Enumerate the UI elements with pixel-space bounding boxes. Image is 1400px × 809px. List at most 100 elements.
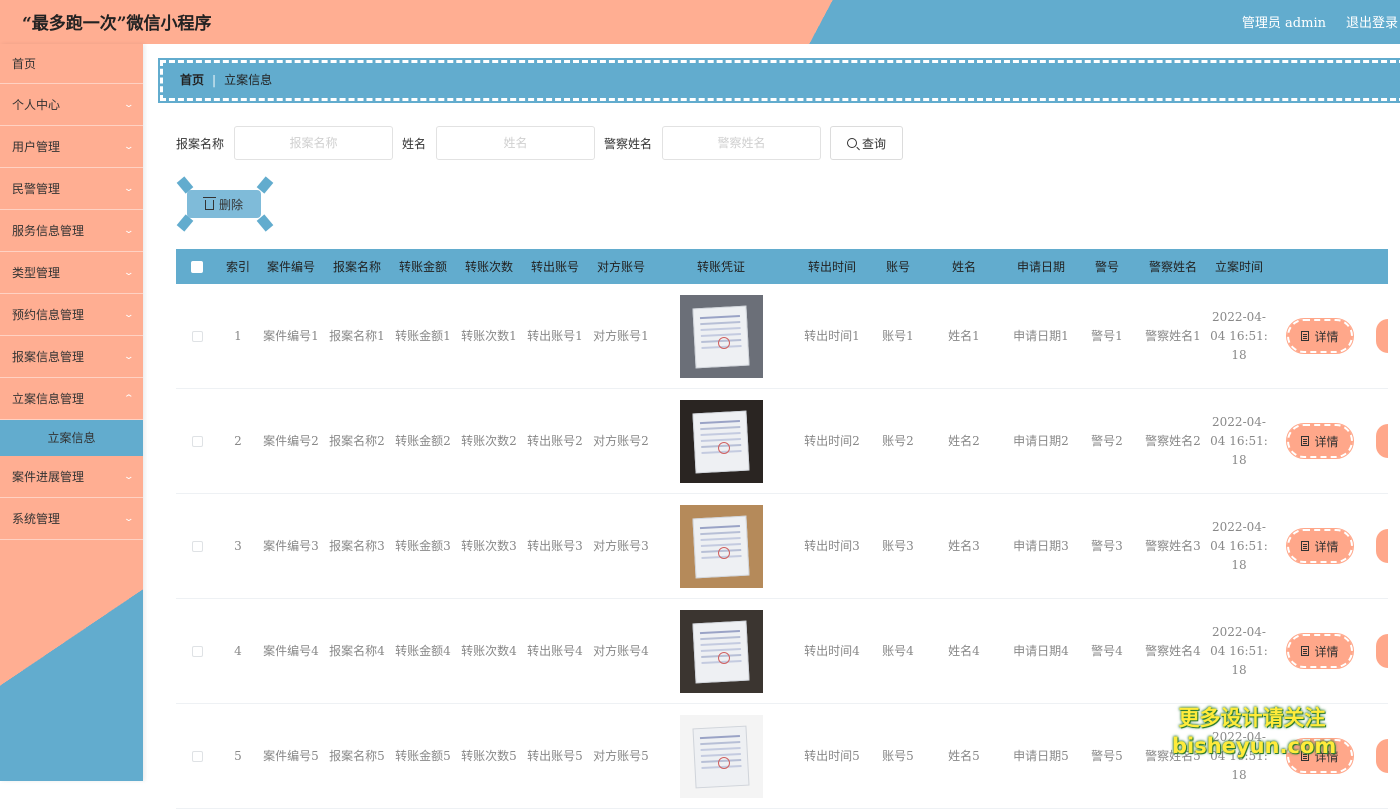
voucher-paper: [691, 515, 750, 578]
submenu-item-filing-info[interactable]: 立案信息: [0, 420, 143, 456]
sidebar-item-label: 预约信息管理: [12, 308, 85, 322]
cell-apply-date: 申请日期2: [1013, 433, 1069, 448]
cell-amount: 转账金额1: [395, 328, 451, 343]
sidebar-item-case-progress[interactable]: 案件进展管理 ⌄: [0, 456, 143, 498]
sidebar-item-service-info[interactable]: 服务信息管理 ⌄: [0, 210, 143, 252]
row-checkbox[interactable]: [191, 435, 203, 447]
row-checkbox[interactable]: [191, 750, 203, 762]
cell-out-time: 转出时间2: [804, 433, 860, 448]
voucher-image[interactable]: [679, 714, 763, 798]
cell-peer-account: 对方账号3: [593, 538, 649, 553]
cell-case-no: 案件编号1: [263, 328, 319, 343]
cell-filing-time: 2022-04-04 16:51:18: [1210, 414, 1268, 467]
sidebar-item-report-info[interactable]: 报案信息管理 ⌄: [0, 336, 143, 378]
document-icon: [1301, 436, 1310, 446]
cell-index: 2: [234, 433, 242, 448]
more-action-button[interactable]: [1376, 739, 1388, 773]
cell-name: 姓名5: [948, 748, 980, 763]
police-name-input[interactable]: [662, 126, 822, 160]
voucher-image[interactable]: [679, 504, 763, 588]
table-row[interactable]: 1 案件编号1 报案名称1 转账金额1 转账次数1 转出账号1 对方账号1 转出时间1 账号1 姓…: [176, 284, 1388, 389]
chevron-down-icon: ⌄: [123, 514, 135, 524]
sidebar-item-filing-info[interactable]: 立案信息管理 ⌃: [0, 378, 143, 420]
search-button[interactable]: 查询: [830, 126, 904, 160]
document-icon: [1301, 646, 1310, 656]
col-out-account: 转出账号: [530, 260, 579, 274]
cell-account: 账号1: [882, 328, 914, 343]
voucher-stamp: [717, 651, 730, 664]
voucher-image[interactable]: [679, 399, 763, 483]
header-checkbox-cell: [176, 260, 218, 273]
table-row[interactable]: 3 案件编号3 报案名称3 转账金额3 转账次数3 转出账号3 对方账号3 转出时间3 账号3 姓…: [176, 494, 1388, 599]
top-header: “最多跑一次”微信小程序 管理员 admin 退出登录: [0, 0, 1400, 44]
name-input[interactable]: [436, 126, 596, 160]
cell-police-no: 警号1: [1091, 328, 1123, 343]
header-actions: 管理员 admin 退出登录: [1242, 12, 1400, 31]
row-checkbox[interactable]: [191, 330, 203, 342]
more-action-button[interactable]: [1376, 319, 1388, 353]
breadcrumb-home[interactable]: 首页: [180, 73, 204, 87]
row-checkbox[interactable]: [191, 540, 203, 552]
sidebar-item-type-management[interactable]: 类型管理 ⌄: [0, 252, 143, 294]
sidebar-item-police-management[interactable]: 民警管理 ⌄: [0, 168, 143, 210]
sidebar-item-appointment-info[interactable]: 预约信息管理 ⌄: [0, 294, 143, 336]
cell-account: 账号5: [882, 748, 914, 763]
sidebar-item-user-management[interactable]: 用户管理 ⌄: [0, 126, 143, 168]
more-action-button[interactable]: [1376, 529, 1388, 563]
cell-checkbox: [176, 645, 218, 657]
cell-count: 转账次数5: [461, 748, 517, 763]
cell-out-account: 转出账号3: [527, 538, 583, 553]
cell-name: 姓名1: [948, 328, 980, 343]
report-name-input[interactable]: [234, 126, 394, 160]
cell-report-name: 报案名称3: [329, 538, 385, 553]
cell-police-no: 警号3: [1091, 538, 1123, 553]
delete-button-wrap: 删除: [176, 176, 274, 232]
search-bar: 报案名称 姓名 警察姓名 查询: [176, 126, 904, 160]
sidebar-item-home[interactable]: 首页: [0, 44, 143, 84]
voucher-image[interactable]: [679, 294, 763, 378]
cell-police-no: 警号2: [1091, 433, 1123, 448]
select-all-checkbox[interactable]: [191, 260, 203, 273]
cell-police-name: 警察姓名1: [1145, 328, 1201, 343]
cell-voucher: [654, 399, 788, 483]
sidebar-item-personal-center[interactable]: 个人中心 ⌄: [0, 84, 143, 126]
cell-case-no: 案件编号3: [263, 538, 319, 553]
name-label: 姓名: [402, 136, 427, 151]
watermark-line: bisheyun.com: [1172, 734, 1337, 758]
voucher-image[interactable]: [679, 609, 763, 693]
table-row[interactable]: 4 案件编号4 报案名称4 转账金额4 转账次数4 转出账号4 对方账号4 转出时间4 账号4 姓…: [176, 599, 1388, 704]
cell-filing-time: 2022-04-04 16:51:18: [1210, 309, 1268, 362]
sidebar-item-system-management[interactable]: 系统管理 ⌄: [0, 498, 143, 540]
voucher-stamp: [717, 546, 730, 559]
sidebar-item-label: 民警管理: [12, 182, 61, 196]
cell-amount: 转账金额4: [395, 643, 451, 658]
cell-amount: 转账金额3: [395, 538, 451, 553]
admin-user-label: 管理员 admin: [1241, 16, 1326, 31]
detail-button[interactable]: 详情: [1286, 528, 1354, 564]
delete-button[interactable]: 删除: [187, 190, 261, 218]
more-action-button[interactable]: [1376, 424, 1388, 458]
col-count: 转账次数: [464, 260, 513, 274]
cell-out-account: 转出账号2: [527, 433, 583, 448]
detail-button[interactable]: 详情: [1286, 633, 1354, 669]
more-action-button[interactable]: [1376, 634, 1388, 668]
row-checkbox[interactable]: [191, 645, 203, 657]
cell-peer-account: 对方账号1: [593, 328, 649, 343]
voucher-paper: [691, 620, 750, 683]
col-peer-account: 对方账号: [596, 260, 645, 274]
col-out-time: 转出时间: [807, 260, 856, 274]
detail-button[interactable]: 详情: [1286, 423, 1354, 459]
sidebar-item-label: 用户管理: [12, 140, 61, 154]
detail-button[interactable]: 详情: [1286, 318, 1354, 354]
chevron-down-icon: ⌄: [123, 352, 135, 362]
voucher-paper: [691, 305, 750, 368]
cell-out-account: 转出账号5: [527, 748, 583, 763]
col-account: 账号: [885, 260, 910, 274]
cell-voucher: [654, 294, 788, 378]
trash-icon: [202, 197, 216, 210]
app-title: “最多跑一次”微信小程序: [22, 14, 212, 34]
table-row[interactable]: 2 案件编号2 报案名称2 转账金额2 转账次数2 转出账号2 对方账号2 转出时间2 账号2 姓…: [176, 389, 1388, 494]
logout-link[interactable]: 退出登录: [1346, 12, 1398, 31]
sidebar-item-label: 服务信息管理: [12, 224, 85, 238]
search-button-label: 查询: [862, 136, 887, 151]
